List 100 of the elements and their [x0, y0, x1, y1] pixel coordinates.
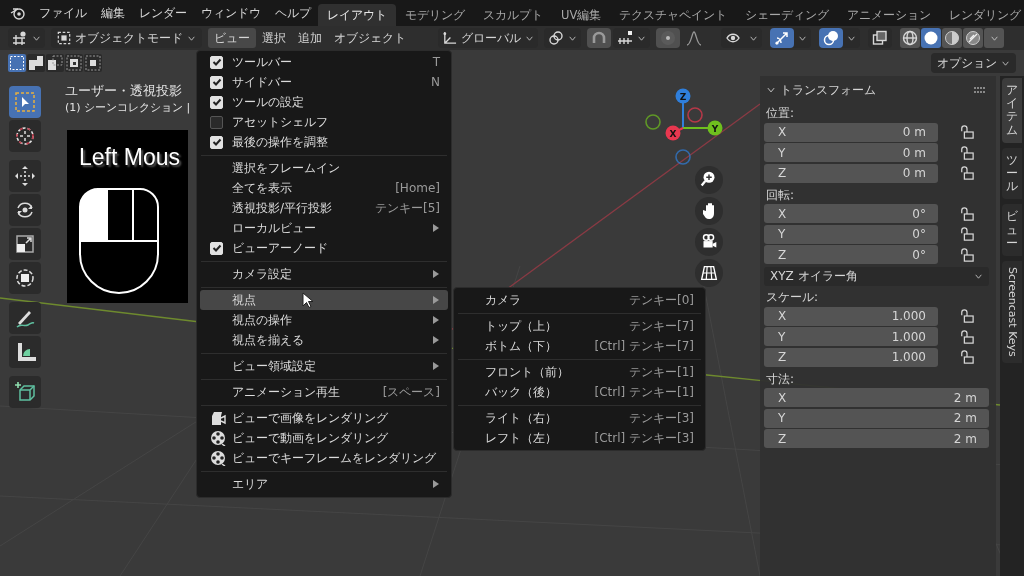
- header-menu[interactable]: 選択: [256, 28, 292, 48]
- workspace-tab[interactable]: レンダリング: [940, 4, 1024, 26]
- menu-item[interactable]: サイドバー N: [200, 72, 448, 92]
- tool-button[interactable]: [9, 120, 41, 152]
- camera-view-button[interactable]: [695, 228, 723, 256]
- menu-item[interactable]: 全てを表示 [Home]: [200, 178, 448, 198]
- checkbox[interactable]: [210, 115, 223, 129]
- number-field[interactable]: Y 0 m: [764, 143, 938, 162]
- zoom-button[interactable]: [695, 166, 723, 194]
- snap-toggle[interactable]: [587, 28, 611, 48]
- lock-open-icon[interactable]: [960, 125, 974, 139]
- lock-open-icon[interactable]: [960, 166, 974, 180]
- number-field[interactable]: Z 2 m: [764, 429, 989, 448]
- menu-item[interactable]: レンダー: [132, 4, 194, 22]
- shading-mode-button[interactable]: [921, 28, 941, 48]
- workspace-tab[interactable]: モデリング: [396, 4, 474, 26]
- menu-item[interactable]: ツールバー T: [200, 52, 448, 72]
- workspace-tab[interactable]: UV編集: [552, 4, 611, 26]
- number-field[interactable]: X 0°: [764, 204, 938, 223]
- sidebar-tab[interactable]: ビュー: [1002, 204, 1022, 256]
- options-dropdown[interactable]: オプション: [931, 53, 1016, 73]
- number-field[interactable]: Z 0 m: [764, 163, 938, 183]
- number-field[interactable]: Y 1.000: [764, 327, 938, 346]
- gizmos-toggle[interactable]: [770, 28, 794, 48]
- lock-open-icon[interactable]: [960, 309, 974, 323]
- tool-button[interactable]: [9, 228, 41, 260]
- shading-mode-button[interactable]: [963, 28, 983, 48]
- menu-item[interactable]: ビューで画像をレンダリング: [200, 408, 448, 428]
- lock-open-icon[interactable]: [960, 145, 974, 160]
- pivot-dropdown[interactable]: [544, 28, 581, 48]
- menu-item[interactable]: 編集: [94, 4, 132, 22]
- tool-button[interactable]: [9, 376, 41, 408]
- menu-item[interactable]: トップ（上） テンキー[7]: [457, 316, 702, 336]
- workspace-tab[interactable]: テクスチャペイント: [610, 4, 737, 26]
- menu-item[interactable]: ローカルビュー: [200, 218, 448, 238]
- workspace-tab[interactable]: スカルプト: [474, 4, 552, 26]
- tool-button[interactable]: [9, 302, 41, 334]
- menu-item[interactable]: エリア: [200, 474, 448, 494]
- menu-item[interactable]: 視点: [200, 290, 448, 310]
- menu-item[interactable]: ビューでキーフレームをレンダリング: [200, 448, 448, 468]
- menu-item[interactable]: ビュー領域設定: [200, 356, 448, 376]
- overlays-toggle[interactable]: [819, 28, 843, 48]
- mode-dropdown[interactable]: オブジェクトモード: [51, 28, 202, 48]
- sidebar-tab[interactable]: Screencast Keys: [1002, 260, 1022, 363]
- menu-item[interactable]: 最後の操作を調整: [200, 132, 448, 152]
- select-mode-button[interactable]: [8, 54, 26, 72]
- tool-button[interactable]: [9, 86, 41, 118]
- select-mode-button[interactable]: [27, 54, 45, 72]
- menu-item[interactable]: ビューで動画をレンダリング: [200, 428, 448, 448]
- sidebar-tab[interactable]: アイテム: [1002, 78, 1022, 143]
- menu-item[interactable]: アニメーション再生 [スペース]: [200, 382, 448, 402]
- menu-item[interactable]: ヘルプ: [268, 4, 318, 22]
- shading-mode-button[interactable]: [900, 28, 920, 48]
- tool-button[interactable]: [9, 262, 41, 294]
- editor-type-dropdown[interactable]: [8, 28, 45, 48]
- shading-mode-button[interactable]: [942, 28, 962, 48]
- select-mode-button[interactable]: [65, 54, 83, 72]
- lock-open-icon[interactable]: [960, 227, 974, 241]
- menu-item[interactable]: 透視投影/平行投影 テンキー[5]: [200, 198, 448, 218]
- number-field[interactable]: Y 0°: [764, 224, 938, 244]
- pan-button[interactable]: [695, 197, 723, 225]
- menu-item[interactable]: バック（後） [Ctrl] テンキー[1]: [457, 382, 702, 402]
- menu-item[interactable]: カメラ設定: [200, 264, 448, 284]
- workspace-tab[interactable]: シェーディング: [736, 4, 839, 26]
- select-mode-button[interactable]: [46, 54, 64, 72]
- workspace-tab[interactable]: アニメーション: [838, 4, 941, 26]
- number-field[interactable]: X 0 m: [764, 122, 938, 142]
- lock-open-icon[interactable]: [960, 247, 974, 262]
- number-field[interactable]: X 1.000: [764, 306, 938, 326]
- menu-item[interactable]: カメラ テンキー[0]: [457, 290, 702, 310]
- select-mode-button[interactable]: [84, 54, 102, 72]
- menu-item[interactable]: ボトム（下） [Ctrl] テンキー[7]: [457, 336, 702, 356]
- sidebar-tab[interactable]: ツール: [1002, 147, 1022, 200]
- tool-button[interactable]: [9, 194, 41, 226]
- menu-item[interactable]: ウィンドウ: [194, 4, 268, 22]
- rotation-mode-dropdown[interactable]: XYZ オイラー角: [764, 267, 989, 286]
- panel-title[interactable]: トランスフォーム: [780, 81, 970, 99]
- lock-open-icon[interactable]: [960, 350, 974, 364]
- lock-open-icon[interactable]: [960, 206, 974, 221]
- tool-button[interactable]: [9, 336, 41, 368]
- snap-target-dropdown[interactable]: [613, 28, 650, 48]
- orientation-dropdown[interactable]: グローバル: [438, 28, 538, 48]
- header-menu[interactable]: ビュー: [208, 28, 256, 48]
- tool-button[interactable]: [9, 160, 41, 192]
- number-field[interactable]: Y 2 m: [764, 408, 989, 428]
- projection-toggle-button[interactable]: [695, 259, 723, 287]
- chevron-down-icon[interactable]: [766, 85, 776, 95]
- menu-item[interactable]: 視点を揃える: [200, 330, 448, 350]
- lock-open-icon[interactable]: [960, 329, 974, 344]
- menu-item[interactable]: レフト（左） [Ctrl] テンキー[3]: [457, 428, 702, 448]
- menu-item[interactable]: 視点の操作: [200, 310, 448, 330]
- header-menu[interactable]: 追加: [292, 28, 328, 48]
- menu-item[interactable]: アセットシェルフ: [200, 112, 448, 132]
- number-field[interactable]: Z 1.000: [764, 347, 938, 367]
- number-field[interactable]: Z 0°: [764, 245, 938, 264]
- menu-item[interactable]: フロント（前） テンキー[1]: [457, 362, 702, 382]
- menu-item[interactable]: ツールの設定: [200, 92, 448, 112]
- header-menu[interactable]: オブジェクト: [328, 28, 412, 48]
- menu-item[interactable]: 選択をフレームイン: [200, 158, 448, 178]
- menu-item[interactable]: ファイル: [32, 4, 94, 22]
